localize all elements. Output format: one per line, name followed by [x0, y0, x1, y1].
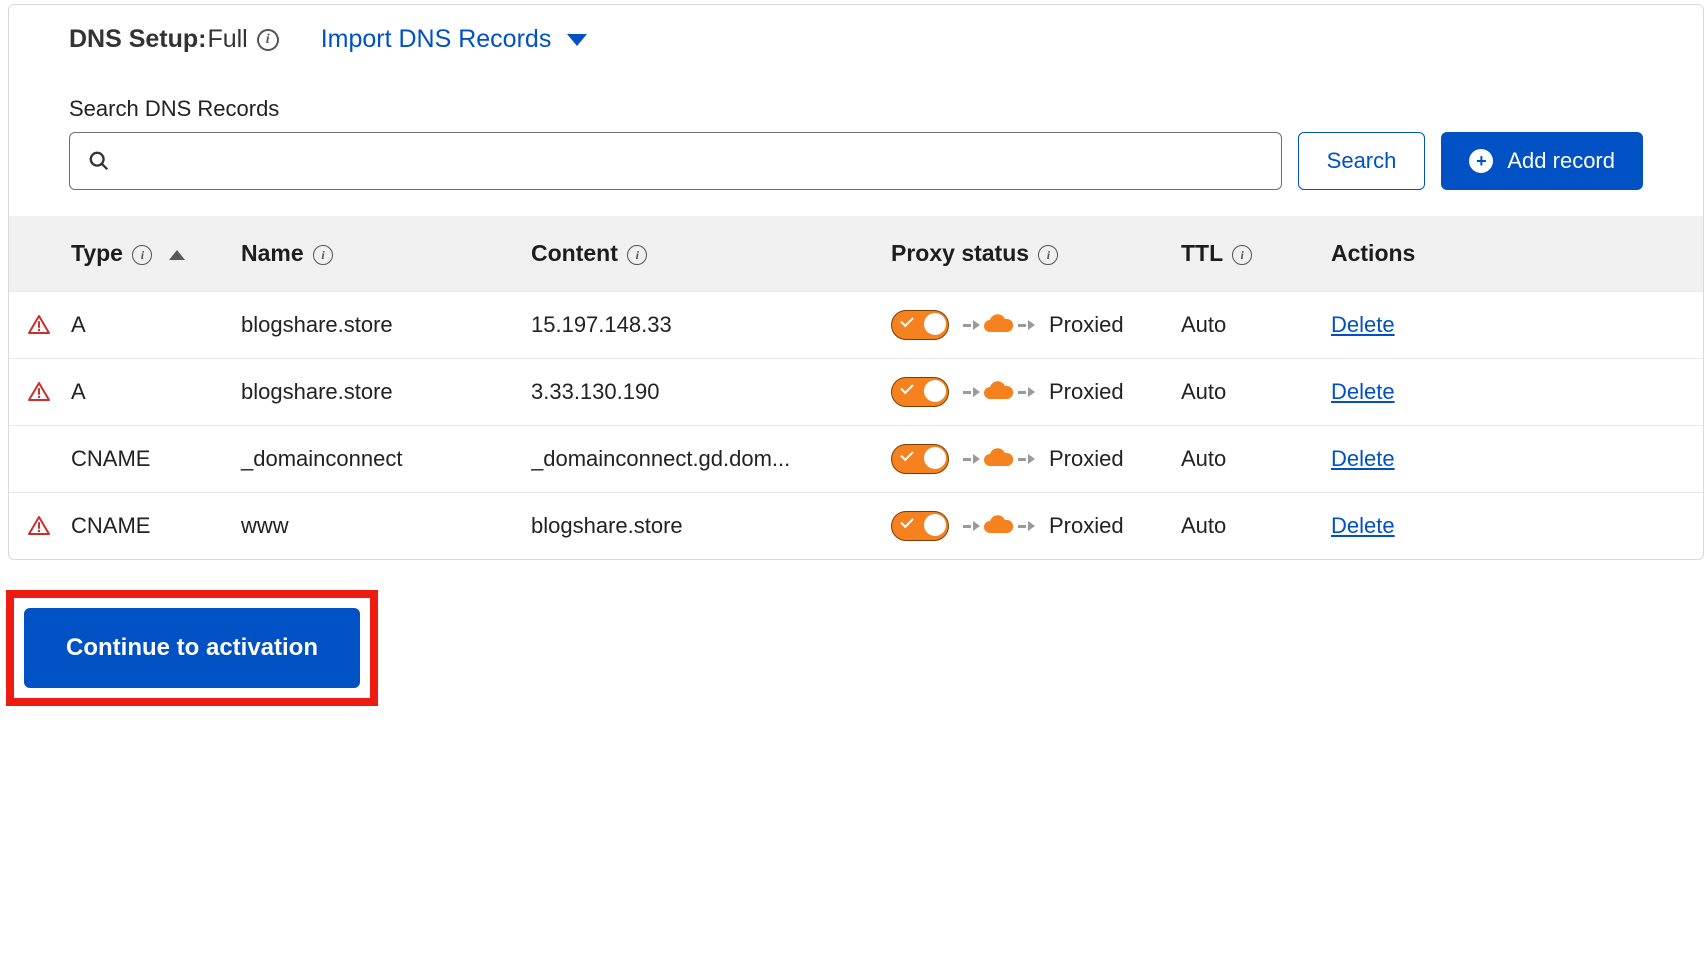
- continue-to-activation-button[interactable]: Continue to activation: [24, 608, 360, 688]
- info-icon[interactable]: [1232, 245, 1252, 265]
- col-header-proxy[interactable]: Proxy status: [881, 216, 1171, 292]
- cell-name: www: [231, 493, 521, 560]
- col-header-ttl[interactable]: TTL: [1171, 216, 1321, 292]
- cell-content: _domainconnect.gd.dom...: [521, 426, 881, 493]
- cell-content: 3.33.130.190: [521, 359, 881, 426]
- cell-ttl: Auto: [1171, 292, 1321, 359]
- cell-name: _domainconnect: [231, 426, 521, 493]
- col-header-actions: Actions: [1321, 216, 1703, 292]
- table-row[interactable]: Ablogshare.store3.33.130.190 Proxied Auto D…: [9, 359, 1703, 426]
- warning-icon: [27, 380, 51, 404]
- search-input-wrap[interactable]: [69, 132, 1282, 190]
- sort-asc-icon: [169, 250, 185, 260]
- cloud-icon: [963, 448, 1035, 470]
- search-icon: [88, 150, 110, 172]
- cloud-icon: [963, 314, 1035, 336]
- proxy-status-label: Proxied: [1049, 312, 1124, 338]
- col-header-name[interactable]: Name: [231, 216, 521, 292]
- table-row[interactable]: CNAME_domainconnect_domainconnect.gd.dom…: [9, 426, 1703, 493]
- cell-content: blogshare.store: [521, 493, 881, 560]
- proxy-toggle[interactable]: [891, 310, 949, 340]
- dns-setup-value: Full: [207, 25, 247, 53]
- dns-records-table: Type Name Content Proxy status TT: [9, 216, 1703, 559]
- dns-setup-row: DNS Setup: Full Import DNS Records: [9, 5, 1703, 60]
- cell-name: blogshare.store: [231, 292, 521, 359]
- add-record-button[interactable]: Add record: [1441, 132, 1643, 190]
- search-label: Search DNS Records: [69, 96, 1643, 122]
- chevron-down-icon: [567, 34, 587, 46]
- cloud-icon: [963, 515, 1035, 537]
- continue-highlight-box: Continue to activation: [6, 590, 378, 706]
- delete-link[interactable]: Delete: [1331, 312, 1395, 337]
- col-header-type[interactable]: Type: [61, 216, 231, 292]
- import-dns-label: Import DNS Records: [321, 25, 552, 54]
- proxy-status-label: Proxied: [1049, 513, 1124, 539]
- cell-content: 15.197.148.33: [521, 292, 881, 359]
- search-section: Search DNS Records Search Add record: [9, 60, 1703, 216]
- proxy-status-label: Proxied: [1049, 379, 1124, 405]
- cell-type: CNAME: [61, 493, 231, 560]
- proxy-toggle[interactable]: [891, 377, 949, 407]
- dns-panel: DNS Setup: Full Import DNS Records Searc…: [8, 4, 1704, 560]
- cell-ttl: Auto: [1171, 359, 1321, 426]
- delete-link[interactable]: Delete: [1331, 446, 1395, 471]
- search-button[interactable]: Search: [1298, 132, 1426, 190]
- delete-link[interactable]: Delete: [1331, 379, 1395, 404]
- cell-ttl: Auto: [1171, 493, 1321, 560]
- cell-type: A: [61, 359, 231, 426]
- info-icon[interactable]: [257, 29, 279, 51]
- delete-link[interactable]: Delete: [1331, 513, 1395, 538]
- plus-icon: [1469, 149, 1493, 173]
- cell-type: CNAME: [61, 426, 231, 493]
- search-input[interactable]: [124, 150, 1263, 173]
- cloud-icon: [963, 381, 1035, 403]
- warning-icon: [27, 313, 51, 337]
- table-row[interactable]: CNAMEwwwblogshare.store Proxied Auto Delete: [9, 493, 1703, 560]
- info-icon[interactable]: [627, 245, 647, 265]
- col-header-content[interactable]: Content: [521, 216, 881, 292]
- proxy-toggle[interactable]: [891, 511, 949, 541]
- dns-setup-label: DNS Setup:: [69, 25, 207, 53]
- proxy-toggle[interactable]: [891, 444, 949, 474]
- warning-icon: [27, 514, 51, 538]
- info-icon[interactable]: [132, 245, 152, 265]
- import-dns-link[interactable]: Import DNS Records: [321, 25, 588, 54]
- cell-ttl: Auto: [1171, 426, 1321, 493]
- cell-name: blogshare.store: [231, 359, 521, 426]
- info-icon[interactable]: [1038, 245, 1058, 265]
- info-icon[interactable]: [313, 245, 333, 265]
- proxy-status-label: Proxied: [1049, 446, 1124, 472]
- cell-type: A: [61, 292, 231, 359]
- table-row[interactable]: Ablogshare.store15.197.148.33 Proxied Auto…: [9, 292, 1703, 359]
- add-record-label: Add record: [1507, 148, 1615, 174]
